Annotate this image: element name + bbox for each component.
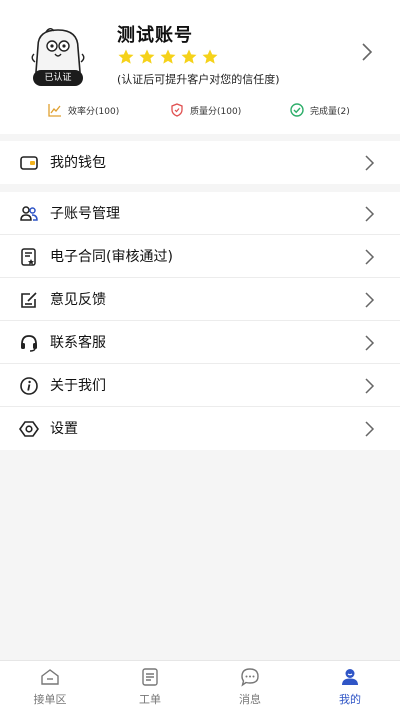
menu-item-feedback[interactable]: 意见反馈: [0, 278, 400, 321]
menu-card: 子账号管理 电子合同(审核通过) 意见反馈 联系客服 关于我们 设置: [0, 192, 400, 450]
menu-item-sub-accounts[interactable]: 子账号管理: [0, 192, 400, 235]
stat-label: 完成量(2): [310, 106, 350, 117]
tab-work-order[interactable]: 工单: [100, 661, 200, 711]
tab-messages[interactable]: 消息: [200, 661, 300, 711]
star-icon: [159, 48, 177, 66]
tab-label: 消息: [239, 693, 261, 706]
menu-item-customer-service[interactable]: 联系客服: [0, 321, 400, 364]
chevron-right-icon[interactable]: [360, 41, 374, 63]
tab-label: 工单: [139, 693, 161, 706]
chevron-right-icon: [364, 377, 376, 395]
star-icon: [180, 48, 198, 66]
menu-item-e-contract[interactable]: 电子合同(审核通过): [0, 235, 400, 278]
headset-icon: [19, 333, 39, 353]
star-icon: [138, 48, 156, 66]
feedback-icon: [19, 290, 39, 310]
users-icon: [19, 204, 39, 224]
stats-row: 效率分(100) 质量分(100) 完成量(2): [0, 100, 400, 120]
verified-badge: 已认证: [33, 70, 83, 86]
stat-label: 效率分(100): [68, 106, 120, 117]
menu-item-label: 意见反馈: [50, 292, 106, 308]
account-name: 测试账号: [117, 25, 193, 46]
menu-item-label: 子账号管理: [50, 206, 120, 222]
menu-item-label: 联系客服: [50, 335, 106, 351]
info-icon: [19, 376, 39, 396]
rating-stars: [117, 48, 219, 66]
home-icon: [40, 667, 60, 687]
chevron-right-icon: [364, 205, 376, 223]
menu-item-label: 关于我们: [50, 378, 106, 394]
verification-hint: (认证后可提升客户对您的信任度): [117, 73, 280, 86]
tab-mine[interactable]: 我的: [300, 661, 400, 711]
order-icon: [140, 667, 160, 687]
chevron-right-icon: [364, 334, 376, 352]
stat-quality: 质量分(100): [170, 100, 241, 120]
chevron-right-icon: [364, 291, 376, 309]
shield-icon: [170, 103, 184, 117]
menu-item-label: 我的钱包: [50, 155, 106, 171]
contract-icon: [19, 247, 39, 267]
wallet-card: 我的钱包: [0, 141, 400, 184]
tab-label: 我的: [339, 693, 361, 706]
settings-icon: [19, 419, 39, 439]
chevron-right-icon: [364, 248, 376, 266]
message-icon: [240, 667, 260, 687]
chevron-right-icon: [364, 420, 376, 438]
star-icon: [117, 48, 135, 66]
stat-label: 质量分(100): [190, 106, 242, 117]
tab-label: 接单区: [33, 693, 67, 706]
menu-item-settings[interactable]: 设置: [0, 407, 400, 450]
menu-item-label: 设置: [50, 421, 78, 437]
bottom-tab-bar: 接单区 工单 消息 我的: [0, 660, 400, 711]
star-icon: [201, 48, 219, 66]
profile-header[interactable]: 已认证 测试账号 (认证后可提升客户对您的信任度) 效率分(100) 质量分(1…: [0, 0, 400, 134]
menu-item-label: 电子合同(审核通过): [50, 249, 173, 265]
stat-completed: 完成量(2): [290, 100, 350, 120]
check-circle-icon: [290, 103, 304, 117]
stat-efficiency: 效率分(100): [48, 100, 119, 120]
wallet-icon: [19, 153, 39, 173]
menu-item-wallet[interactable]: 我的钱包: [0, 141, 400, 184]
menu-item-about-us[interactable]: 关于我们: [0, 364, 400, 407]
profile-icon: [340, 667, 360, 687]
chevron-right-icon: [364, 154, 376, 172]
tab-order-area[interactable]: 接单区: [0, 661, 100, 711]
chart-icon: [48, 103, 62, 117]
